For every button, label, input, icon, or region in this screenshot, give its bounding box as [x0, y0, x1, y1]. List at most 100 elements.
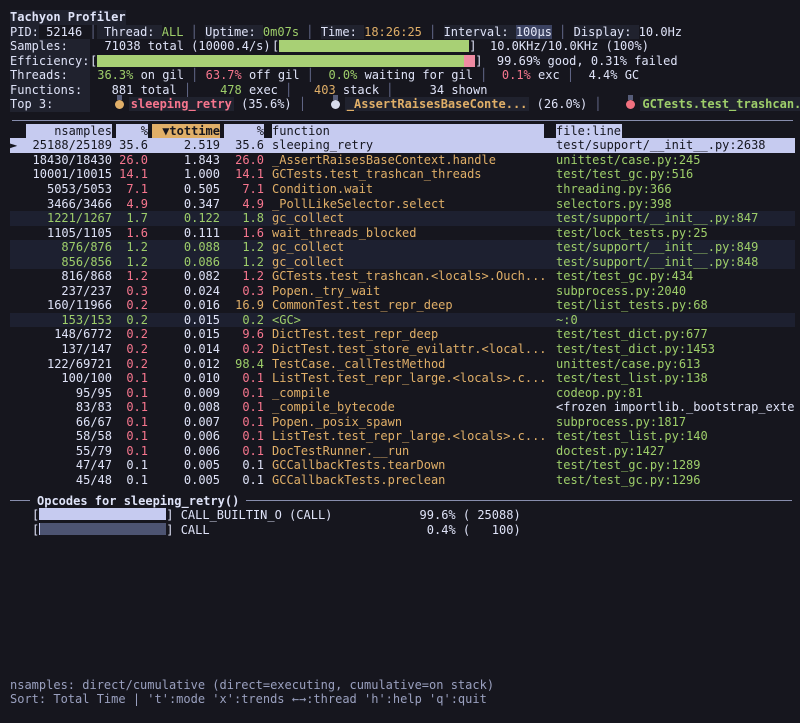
cell-tottime: 0.024: [152, 284, 220, 299]
cell-file-line: test/test_gc.py:434: [556, 269, 795, 284]
table-row[interactable]: 160/119660.20.01616.9CommonTest.test_rep…: [10, 298, 795, 313]
row-pointer: [10, 167, 26, 182]
opcode-pct: 99.6% ( 25088): [411, 508, 521, 523]
table-row[interactable]: ►25188/2518935.62.51935.6sleeping_retryt…: [10, 138, 795, 153]
table-row[interactable]: 55/790.10.0060.1DocTestRunner.__rundocte…: [10, 444, 795, 459]
separator: │: [379, 83, 393, 97]
cell-cumulative-pct: 1.8: [224, 211, 264, 226]
cell-cumulative-pct: 0.3: [224, 284, 264, 299]
cell-tottime: 0.122: [152, 211, 220, 226]
table-row[interactable]: 100/1000.10.0100.1ListTest.test_repr_lar…: [10, 371, 795, 386]
table-row[interactable]: 856/8561.20.0861.2gc_collecttest/support…: [10, 255, 795, 270]
display-label: Display:: [574, 25, 639, 39]
stat-value: 0.1%: [495, 68, 531, 82]
gold-medal-icon: [115, 100, 124, 109]
display-value: 10.0Hz: [639, 25, 682, 39]
cell-direct-pct: 26.0: [116, 153, 148, 168]
footer-keybindings: Sort: Total Time | 't':mode 'x':trends ←…: [10, 692, 795, 707]
cell-direct-pct: 1.2: [116, 269, 148, 284]
table-row[interactable]: 83/830.10.0080.1_compile_bytecode<frozen…: [10, 400, 795, 415]
cell-tottime: 0.016: [152, 298, 220, 313]
table-row[interactable]: 122/697210.20.01298.4TestCase._callTestM…: [10, 357, 795, 372]
cell-cumulative-pct: 35.6: [224, 138, 264, 153]
column-header-direct-pct[interactable]: %: [116, 124, 148, 139]
table-row[interactable]: 18430/1843026.01.84326.0_AssertRaisesBas…: [10, 153, 795, 168]
pointer-spacer: [10, 124, 26, 139]
cell-file-line: test/test_list.py:140: [556, 429, 795, 444]
table-header-row: nsamples% ▼tottime% function file:line: [10, 124, 795, 139]
top3-label: Top 3:: [10, 97, 90, 112]
tachyon-profiler-window: Tachyon Profiler PID: 52146 │ Thread: AL…: [0, 0, 800, 723]
column-header-nsamples[interactable]: nsamples: [26, 124, 112, 139]
cell-function: DictTest.test_repr_deep: [272, 327, 544, 342]
cell-tottime: 0.347: [152, 197, 220, 212]
table-row[interactable]: 876/8761.20.0881.2gc_collecttest/support…: [10, 240, 795, 255]
cell-cumulative-pct: 0.1: [224, 415, 264, 430]
cell-cumulative-pct: 7.1: [224, 182, 264, 197]
threads-line: Threads: 36.3% on gil │ 63.7% off gil │ …: [10, 68, 795, 83]
row-pointer: [10, 444, 26, 459]
cell-nsamples: 83/83: [26, 400, 112, 415]
table-row[interactable]: 3466/34664.90.3474.9_PollLikeSelector.se…: [10, 197, 795, 212]
cell-file-line: subprocess.py:2040: [556, 284, 795, 299]
cell-cumulative-pct: 1.2: [224, 269, 264, 284]
stat-unit: GC: [617, 68, 639, 82]
table-row[interactable]: 47/470.10.0050.1GCCallbackTests.tearDown…: [10, 458, 795, 473]
separator: │: [184, 68, 198, 82]
function-table: nsamples% ▼tottime% function file:line ►251…: [10, 124, 795, 488]
opcode-pct: 0.4% ( 100): [411, 523, 521, 538]
table-row[interactable]: 237/2370.30.0240.3Popen._try_waitsubproc…: [10, 284, 795, 299]
cell-cumulative-pct: 0.1: [224, 400, 264, 415]
cell-cumulative-pct: 0.1: [224, 371, 264, 386]
bronze-medal-icon: [626, 100, 635, 109]
cell-nsamples: 18430/18430: [26, 153, 112, 168]
cell-file-line: unittest/case.py:613: [556, 357, 795, 372]
table-row[interactable]: 58/580.10.0060.1ListTest.test_repr_large…: [10, 429, 795, 444]
table-row[interactable]: 1105/11051.60.1111.6wait_threads_blocked…: [10, 226, 795, 241]
row-pointer: [10, 458, 26, 473]
cell-tottime: 1.843: [152, 153, 220, 168]
stat-value: 881: [97, 83, 133, 97]
samples-label: Samples:: [10, 39, 90, 54]
table-body: ►25188/2518935.62.51935.6sleeping_retryt…: [10, 138, 795, 487]
cell-function: DictTest.test_store_evilattr.<local...: [272, 342, 544, 357]
table-row[interactable]: 95/950.10.0090.1_compilecodeop.py:81: [10, 386, 795, 401]
table-row[interactable]: 1221/12671.70.1221.8gc_collecttest/suppo…: [10, 211, 795, 226]
row-pointer: [10, 269, 26, 284]
cell-cumulative-pct: 1.6: [224, 226, 264, 241]
bracket: ]: [166, 523, 180, 538]
column-header-function[interactable]: function: [272, 124, 544, 139]
rule-segment: [246, 500, 792, 501]
cell-nsamples: 45/48: [26, 473, 112, 488]
cell-nsamples: 55/79: [26, 444, 112, 459]
table-row[interactable]: 10001/1001514.11.00014.1GCTests.test_tra…: [10, 167, 795, 182]
row-pointer: [10, 182, 26, 197]
column-header-file-line[interactable]: file:line: [556, 124, 622, 139]
row-pointer: [10, 415, 26, 430]
row-pointer: [10, 226, 26, 241]
stat-unit: total: [133, 83, 176, 97]
cell-cumulative-pct: 0.1: [224, 429, 264, 444]
table-row[interactable]: 66/670.10.0070.1Popen._posix_spawnsubpro…: [10, 415, 795, 430]
table-row[interactable]: 45/480.10.0050.1GCCallbackTests.preclean…: [10, 473, 795, 488]
table-row[interactable]: 137/1470.20.0140.2DictTest.test_store_ev…: [10, 342, 795, 357]
stat-unit: waiting for gil: [357, 68, 473, 82]
row-pointer: [10, 429, 26, 444]
column-header-tottime-sorted[interactable]: ▼tottime: [152, 124, 220, 139]
table-row[interactable]: 5053/50537.10.5057.1Condition.waitthread…: [10, 182, 795, 197]
column-header-cumulative-pct[interactable]: %: [224, 124, 264, 139]
cell-direct-pct: 1.2: [116, 255, 148, 270]
opcode-row: [] CALL_BUILTIN_O (CALL)99.6% ( 25088): [32, 508, 795, 523]
cell-tottime: 0.014: [152, 342, 220, 357]
row-pointer: [10, 357, 26, 372]
bracket: [: [32, 508, 39, 523]
cell-direct-pct: 0.2: [116, 327, 148, 342]
table-row[interactable]: 153/1530.20.0150.2<GC>~:0: [10, 313, 795, 328]
cell-direct-pct: 14.1: [116, 167, 148, 182]
cell-direct-pct: 7.1: [116, 182, 148, 197]
top-function-name: _AssertRaisesBaseConte...: [345, 97, 530, 111]
cell-file-line: test/test_gc.py:516: [556, 167, 795, 182]
table-row[interactable]: 816/8681.20.0821.2GCTests.test_trashcan.…: [10, 269, 795, 284]
uptime-value: 0m07s: [263, 25, 299, 39]
table-row[interactable]: 148/67720.20.0159.6DictTest.test_repr_de…: [10, 327, 795, 342]
